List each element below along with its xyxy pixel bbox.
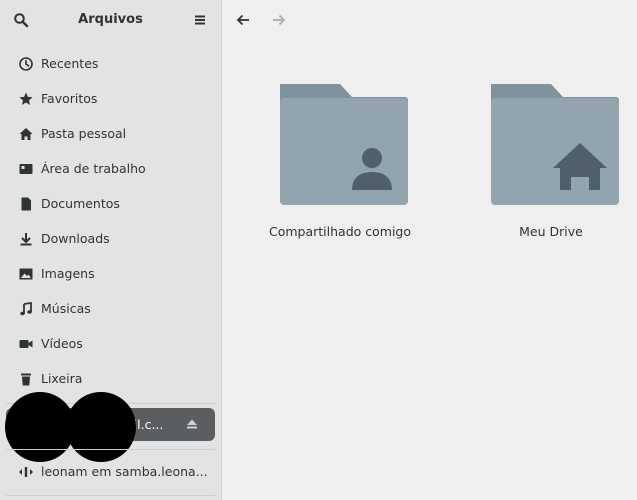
- sidebar-divider: [6, 449, 215, 450]
- desktop-icon: [19, 163, 33, 174]
- sidebar-item-label: Documentos: [41, 196, 120, 211]
- sidebar-item-label: Vídeos: [41, 336, 83, 351]
- sidebar-item-musicas[interactable]: Músicas: [0, 291, 221, 326]
- sidebar-item-documentos[interactable]: Documentos: [0, 186, 221, 221]
- sidebar-item-label: Área de trabalho: [41, 161, 146, 176]
- sidebar-divider: [6, 495, 215, 496]
- sidebar-item-area-de-trabalho[interactable]: Área de trabalho: [0, 151, 221, 186]
- eject-icon[interactable]: [185, 417, 199, 431]
- sidebar-item-pasta-pessoal[interactable]: Pasta pessoal: [0, 116, 221, 151]
- video-icon: [19, 339, 33, 348]
- star-icon: [19, 92, 33, 105]
- folder-label: Meu Drive: [519, 224, 583, 239]
- sidebar-item-label: Downloads: [41, 231, 110, 246]
- home-folder-icon: [491, 84, 619, 205]
- back-arrow-icon[interactable]: [235, 12, 251, 28]
- sidebar-item-label: Pasta pessoal: [41, 126, 127, 141]
- sidebar-item-imagens[interactable]: Imagens: [0, 256, 221, 291]
- redaction-blot: [66, 392, 136, 462]
- document-icon: [21, 197, 31, 210]
- sidebar-item-network[interactable]: leonam em samba.leona...: [0, 454, 221, 489]
- shared-folder-icon: [280, 84, 408, 205]
- sidebar-item-lixeira[interactable]: Lixeira: [0, 361, 221, 396]
- folder-item[interactable]: Meu Drive: [471, 80, 631, 239]
- folder-label: Compartilhado comigo: [268, 224, 412, 239]
- sidebar-item-label: Favoritos: [41, 91, 98, 106]
- main-content: Compartilhado comigo Meu Drive: [222, 0, 637, 500]
- sidebar-item-label: Recentes: [41, 56, 99, 71]
- sidebar-places: Recentes Favoritos Pasta pessoal Área de…: [0, 46, 221, 396]
- hamburger-menu-icon[interactable]: [192, 12, 208, 28]
- sidebar-item-downloads[interactable]: Downloads: [0, 221, 221, 256]
- music-icon: [20, 301, 32, 315]
- sidebar-item-recentes[interactable]: Recentes: [0, 46, 221, 81]
- sidebar-item-label: leonam em samba.leona...: [41, 464, 208, 479]
- home-icon: [19, 127, 33, 140]
- network-icon: [19, 466, 33, 477]
- file-manager-window: Arquivos Recentes Favoritos Pasta pessoa…: [0, 0, 637, 500]
- forward-arrow-icon[interactable]: [271, 12, 287, 28]
- sidebar-item-videos[interactable]: Vídeos: [0, 326, 221, 361]
- image-icon: [19, 268, 33, 279]
- app-title: Arquivos: [78, 12, 143, 27]
- redaction-blot: [5, 392, 75, 462]
- clock-icon: [19, 56, 33, 71]
- sidebar-item-favoritos[interactable]: Favoritos: [0, 81, 221, 116]
- trash-icon: [21, 373, 31, 385]
- folder-item[interactable]: Compartilhado comigo: [260, 80, 420, 239]
- sidebar-item-label: Imagens: [41, 266, 95, 281]
- sidebar: Arquivos Recentes Favoritos Pasta pessoa…: [0, 0, 222, 500]
- download-icon: [20, 232, 32, 245]
- sidebar-item-label: Músicas: [41, 301, 91, 316]
- sidebar-item-label: Lixeira: [41, 371, 83, 386]
- sidebar-header: Arquivos: [0, 0, 221, 41]
